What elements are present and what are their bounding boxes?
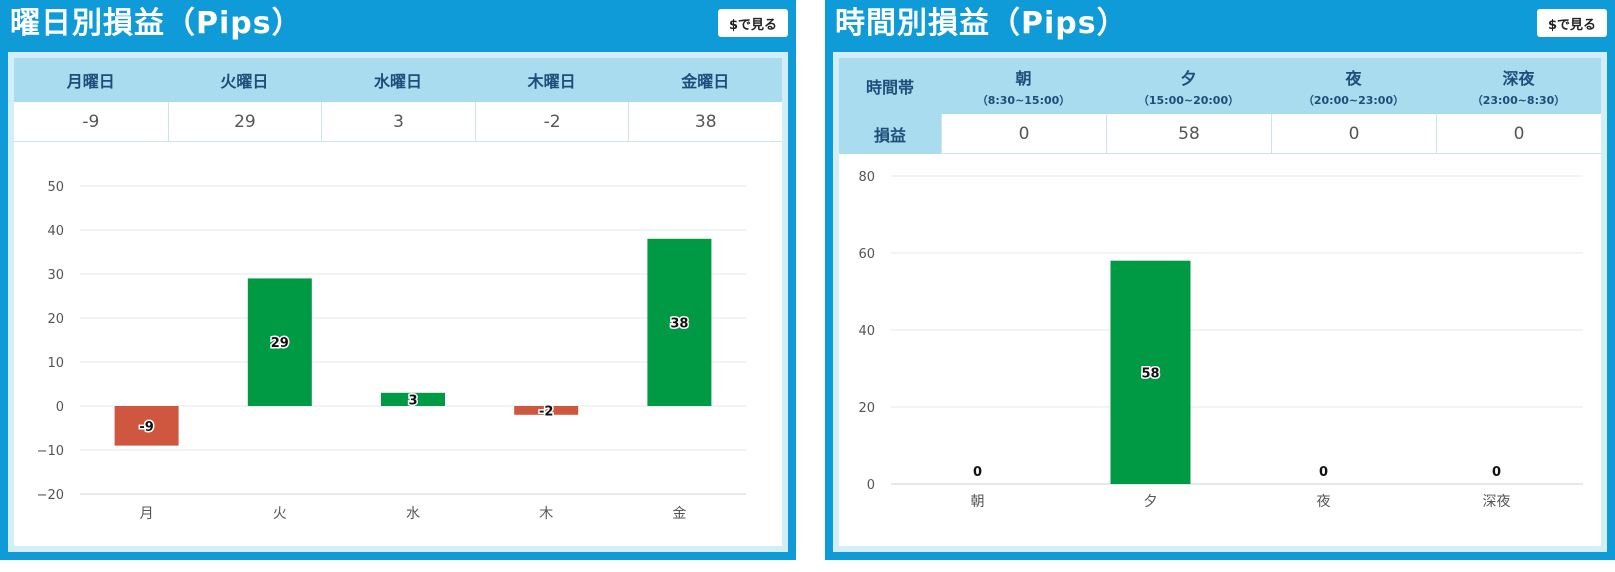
time-chart-data-label: 0 xyxy=(1319,465,1328,480)
day-chart-category-label: 金 xyxy=(672,506,686,522)
day-header-mon: 月曜日 xyxy=(66,72,115,91)
day-value-mon: -9 xyxy=(82,111,100,132)
time-chart-ytick-label: 0 xyxy=(867,478,875,493)
day-panel-title: 曜日別損益（Pips） xyxy=(10,6,303,41)
day-value-fri: 38 xyxy=(628,102,782,141)
time-view-in-dollars-button[interactable]: $で見る xyxy=(1537,9,1607,37)
time-chart-data-label: 0 xyxy=(1492,465,1501,480)
time-value-morning: 0 xyxy=(941,114,1106,154)
time-value-evening: 58 xyxy=(1106,114,1271,154)
day-view-in-dollars-button[interactable]: $で見る xyxy=(718,9,788,37)
time-header-late-night-name: 深夜 xyxy=(1502,68,1535,88)
time-header-morning: 朝 （8:30~15:00） xyxy=(941,58,1106,114)
day-value-wed: 3 xyxy=(321,102,475,141)
day-header-tue: 火曜日 xyxy=(220,72,269,91)
day-table-values: -9 29 3 -2 38 xyxy=(14,102,782,142)
time-table-corner-label: 時間帯 xyxy=(865,78,914,97)
day-table-header: 月曜日 火曜日 水曜日 木曜日 金曜日 xyxy=(14,58,782,102)
day-header-thu: 木曜日 xyxy=(527,72,576,91)
day-card: 月曜日 火曜日 水曜日 木曜日 金曜日 -9 29 3 -2 38 50 40 30… xyxy=(8,52,788,552)
day-chart-category-label: 水 xyxy=(406,506,420,522)
time-chart-category-label: 夜 xyxy=(1317,494,1331,510)
day-chart-category-label: 火 xyxy=(273,506,287,522)
day-header-fri: 金曜日 xyxy=(681,72,730,91)
time-table-corner: 時間帯 xyxy=(839,58,941,114)
time-value-night: 0 xyxy=(1271,114,1436,154)
time-header-evening-name: 夕 xyxy=(1180,68,1197,88)
day-chart-data-label: -9 xyxy=(139,420,153,435)
time-chart-ytick-label: 40 xyxy=(858,324,875,339)
day-chart-data-label: 29 xyxy=(271,336,289,351)
day-chart-category-label: 月 xyxy=(140,506,154,522)
day-chart-ytick-label: 30 xyxy=(47,268,64,283)
time-card: 時間帯 朝 （8:30~15:00） 夕 （15:00~20:00） 夜 （20… xyxy=(833,52,1607,552)
time-chart-category-label: 朝 xyxy=(971,494,985,510)
time-panel-title: 時間別損益（Pips） xyxy=(835,6,1128,41)
time-header-night: 夜 （20:00~23:00） xyxy=(1271,58,1436,114)
day-header-wed: 水曜日 xyxy=(373,72,422,91)
page: 曜日別損益（Pips） $で見る 月曜日 火曜日 水曜日 木曜日 金曜日 -9 … xyxy=(0,0,1615,572)
time-header-night-range: （20:00~23:00） xyxy=(1302,93,1405,107)
time-header-evening: 夕 （15:00~20:00） xyxy=(1106,58,1271,114)
time-header-late-night-range: （23:00~8:30） xyxy=(1471,93,1566,107)
time-header-morning-name: 朝 xyxy=(1015,68,1032,88)
day-chart-data-label: 38 xyxy=(670,316,688,331)
day-bar-chart: 50 40 30 20 10 0 −10 −20 -9 月 29 火 3 水 -2 木 38 金 xyxy=(37,180,746,522)
day-chart-ytick-label: 20 xyxy=(47,312,64,327)
time-bar-chart: 80 60 40 20 0 0 朝 58 夕 0 夜 0 深夜 xyxy=(858,170,1583,510)
time-card-inner: 時間帯 朝 （8:30~15:00） 夕 （15:00~20:00） 夜 （20… xyxy=(839,58,1601,546)
day-value-tue: 29 xyxy=(167,102,322,141)
time-row-label: 損益 xyxy=(839,114,941,154)
day-of-week-panel: 曜日別損益（Pips） $で見る 月曜日 火曜日 水曜日 木曜日 金曜日 -9 … xyxy=(0,0,796,560)
time-chart-data-label: 0 xyxy=(973,465,982,480)
time-header-night-name: 夜 xyxy=(1345,68,1362,88)
day-chart-ytick-label: 50 xyxy=(47,180,64,195)
day-chart-category-label: 木 xyxy=(539,506,553,522)
day-card-inner: 月曜日 火曜日 水曜日 木曜日 金曜日 -9 29 3 -2 38 50 40 30… xyxy=(14,58,782,546)
day-chart-ytick-label: 0 xyxy=(56,400,64,415)
time-header-morning-range: （8:30~15:00） xyxy=(976,93,1071,107)
time-chart-category-label: 夕 xyxy=(1144,494,1158,510)
day-chart-ytick-label: −10 xyxy=(37,444,64,459)
time-chart-ytick-label: 80 xyxy=(858,170,875,185)
day-value-thu: -2 xyxy=(474,102,629,141)
time-chart-category-label: 深夜 xyxy=(1483,494,1511,510)
time-chart-ytick-label: 20 xyxy=(858,401,875,416)
time-of-day-panel: 時間別損益（Pips） $で見る 時間帯 朝 （8:30~15:00） 夕 （1… xyxy=(825,0,1615,560)
time-header-evening-range: （15:00~20:00） xyxy=(1137,93,1240,107)
time-table: 時間帯 朝 （8:30~15:00） 夕 （15:00~20:00） 夜 （20… xyxy=(839,58,1601,154)
day-chart-ytick-label: 10 xyxy=(47,356,64,371)
time-chart-data-label: 58 xyxy=(1141,366,1159,381)
day-chart-ytick-label: 40 xyxy=(47,224,64,239)
time-header-late-night: 深夜 （23:00~8:30） xyxy=(1436,58,1601,114)
time-chart-ytick-label: 60 xyxy=(858,247,875,262)
day-chart-data-label: 3 xyxy=(408,393,417,408)
day-chart-data-label: -2 xyxy=(539,404,553,419)
day-chart-ytick-label: −20 xyxy=(37,488,64,503)
time-value-late-night: 0 xyxy=(1436,114,1601,154)
